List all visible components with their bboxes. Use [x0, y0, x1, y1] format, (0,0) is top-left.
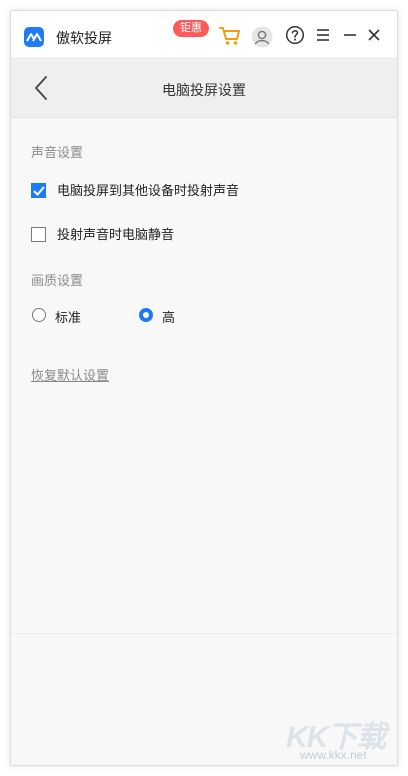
cart-icon[interactable] — [219, 25, 241, 52]
reset-defaults-link[interactable]: 恢复默认设置 — [31, 365, 109, 384]
mute-pc-label: 投射声音时电脑静音 — [57, 227, 175, 242]
watermark-url: www.kkx.net — [300, 748, 367, 762]
nav-bar: 电脑投屏设置 — [11, 57, 397, 118]
cast-audio-checkbox[interactable] — [31, 183, 46, 198]
menu-icon[interactable] — [315, 25, 331, 50]
help-icon[interactable] — [285, 25, 305, 50]
quality-high-label: 高 — [162, 310, 176, 325]
minimize-icon[interactable] — [342, 25, 358, 50]
mute-pc-checkbox[interactable] — [31, 227, 46, 242]
title-bar: 傲软投屏 钜惠 — [11, 11, 397, 57]
app-name: 傲软投屏 — [56, 30, 112, 46]
page-title: 电脑投屏设置 — [162, 82, 246, 98]
watermark: KK下载 www.kkx.net — [286, 712, 386, 762]
promo-badge[interactable]: 钜惠 — [173, 20, 209, 37]
quality-standard-label: 标准 — [55, 310, 82, 325]
footer-divider — [11, 633, 397, 634]
cast-audio-label: 电脑投屏到其他设备时投射声音 — [57, 183, 240, 198]
audio-section-label: 声音设置 — [31, 145, 84, 160]
app-window: 傲软投屏 钜惠 电脑投屏设置 声音设置 电脑投屏到其他设备时投射声音 投射声音时… — [10, 10, 398, 766]
avatar-icon[interactable] — [251, 26, 273, 53]
quality-section-label: 画质设置 — [31, 273, 84, 288]
quality-high-radio[interactable] — [139, 308, 153, 322]
airplay-logo-icon — [24, 27, 44, 47]
close-icon[interactable] — [366, 25, 382, 50]
quality-standard-radio[interactable] — [32, 308, 46, 322]
